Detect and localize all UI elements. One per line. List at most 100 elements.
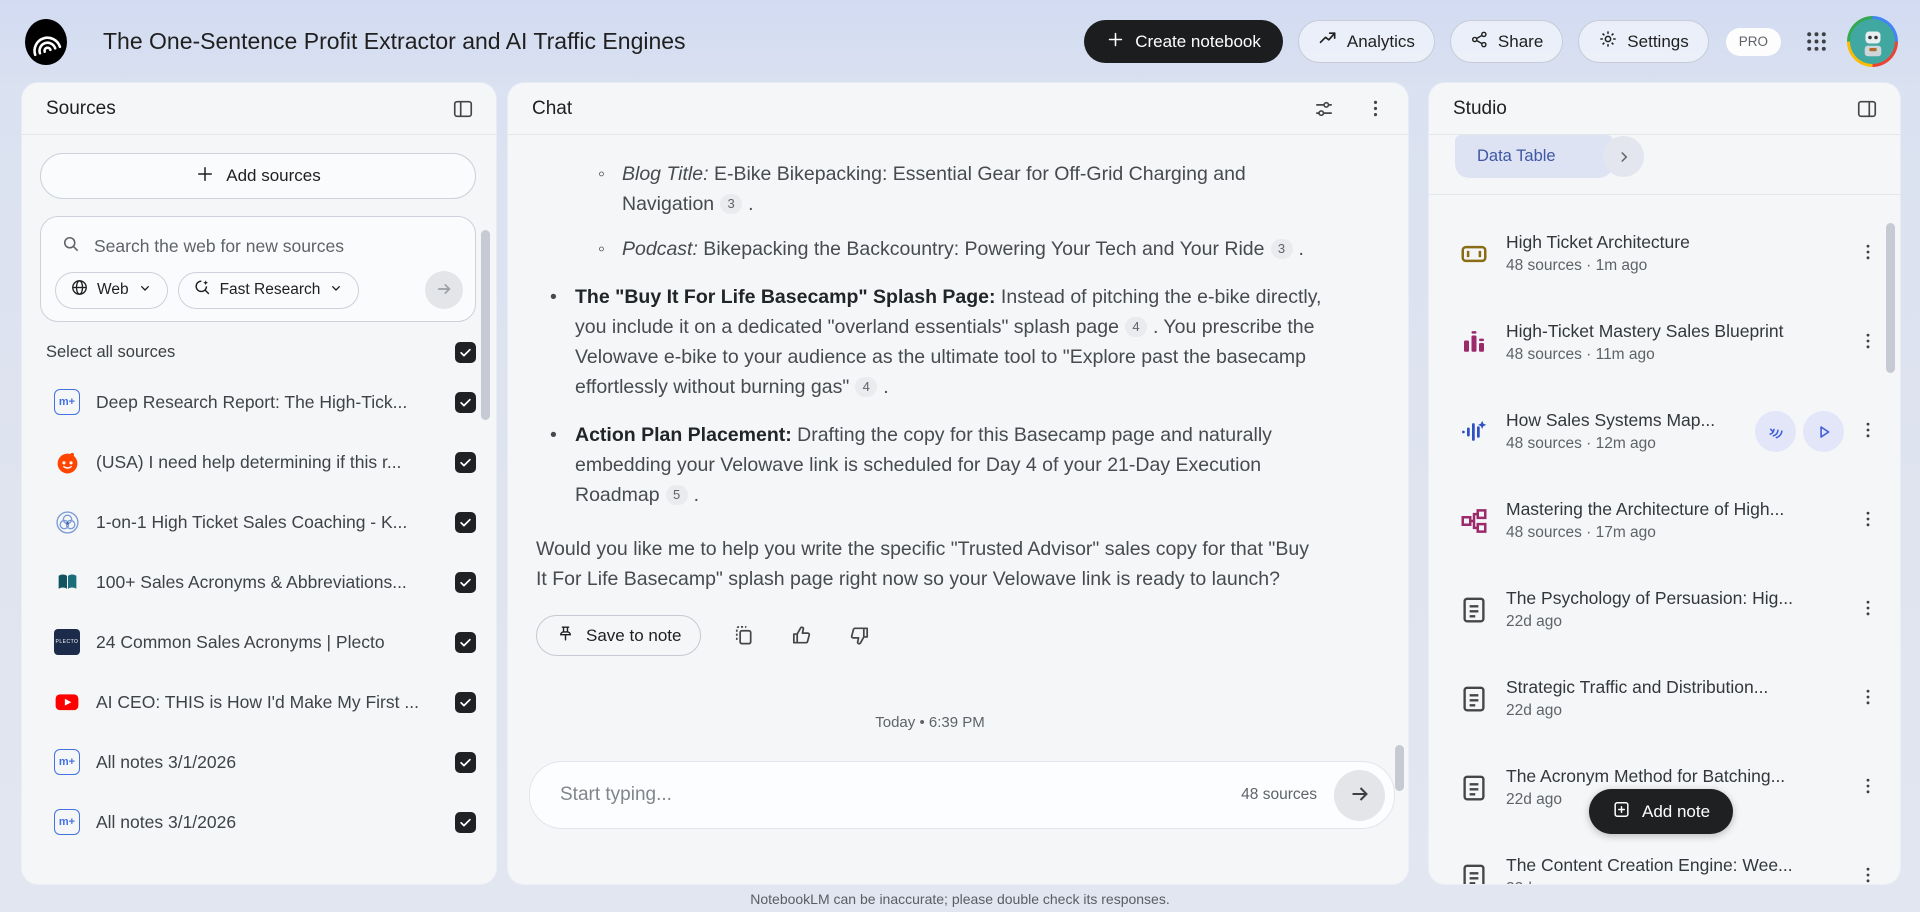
chevron-right-icon[interactable] [1603, 136, 1644, 177]
sources-panel-title: Sources [46, 97, 116, 119]
account-avatar[interactable] [1847, 16, 1898, 67]
source-checkbox[interactable] [455, 451, 476, 473]
save-to-note-button[interactable]: Save to note [536, 615, 702, 656]
source-checkbox[interactable] [455, 631, 476, 653]
collapse-sources-panel-icon[interactable] [448, 94, 478, 124]
chat-bullet: Action Plan Placement: Drafting the copy… [548, 420, 1324, 510]
item-more-menu-icon[interactable] [1852, 503, 1884, 538]
search-submit-button[interactable] [425, 271, 463, 309]
chat-panel-header: Chat [508, 83, 1408, 135]
collapse-studio-panel-icon[interactable] [1852, 94, 1882, 124]
source-checkbox[interactable] [455, 691, 476, 713]
notebook-title[interactable]: The One-Sentence Profit Extractor and AI… [103, 28, 686, 55]
create-notebook-button[interactable]: Create notebook [1084, 20, 1283, 63]
settings-button[interactable]: Settings [1578, 20, 1709, 63]
studio-item[interactable]: Strategic Traffic and Distribution... 22d… [1429, 654, 1900, 743]
flowchart-icon [1457, 504, 1491, 538]
source-checkbox[interactable] [455, 811, 476, 833]
thumbs-down-icon[interactable] [844, 620, 875, 651]
gear-icon [1598, 29, 1618, 54]
add-sources-button[interactable]: Add sources [40, 153, 476, 199]
sources-list: m+ Deep Research Report: The High-Tick..… [22, 372, 496, 852]
note-add-icon [1612, 800, 1631, 824]
source-row[interactable]: m+ All notes 3/1/2026 [22, 732, 496, 792]
source-checkbox[interactable] [455, 391, 476, 413]
web-filter-dropdown[interactable]: Web [55, 271, 168, 309]
item-more-menu-icon[interactable] [1852, 414, 1884, 449]
select-all-checkbox[interactable] [455, 342, 476, 363]
notebooklm-logo-icon[interactable] [22, 18, 70, 66]
chat-timestamp: Today • 6:39 PM [875, 714, 985, 731]
item-more-menu-icon[interactable] [1852, 681, 1884, 716]
chat-more-menu-icon[interactable] [1361, 94, 1390, 123]
markdown-note-icon: m+ [54, 389, 80, 415]
report-icon [1457, 682, 1491, 716]
markdown-note-icon: m+ [54, 749, 80, 775]
citation-chip[interactable]: 3 [1270, 239, 1293, 259]
studio-item[interactable]: Mastering the Architecture of High... 48 … [1429, 476, 1900, 565]
report-icon [1457, 771, 1491, 805]
studio-item[interactable]: The Content Creation Engine: Wee...22d a… [1429, 832, 1900, 884]
interactive-mode-button[interactable] [1755, 411, 1796, 452]
top-header: The One-Sentence Profit Extractor and AI… [0, 0, 1920, 83]
studio-panel-title: Studio [1453, 97, 1507, 119]
chevron-down-icon [328, 280, 344, 301]
item-more-menu-icon[interactable] [1852, 236, 1884, 271]
chat-input[interactable] [560, 784, 1242, 806]
citation-chip[interactable]: 5 [665, 485, 688, 505]
chat-input-bar: 48 sources [529, 761, 1395, 829]
bar-chart-icon [1457, 326, 1491, 360]
research-mode-dropdown[interactable]: Fast Research [177, 271, 360, 309]
studio-item[interactable]: High-Ticket Mastery Sales Blueprint 48 so… [1429, 298, 1900, 387]
chat-sub-bullet: Blog Title: E-Bike Bikepacking: Essentia… [596, 159, 1324, 219]
arrow-right-icon [1348, 782, 1372, 809]
data-table-chip[interactable]: Data Table [1455, 135, 1613, 178]
source-row[interactable]: AI CEO: THIS is How I'd Make My First ..… [22, 672, 496, 732]
chat-scrollbar[interactable] [1395, 745, 1404, 791]
audio-waveform-icon [1457, 415, 1491, 449]
play-button[interactable] [1803, 411, 1844, 452]
share-button[interactable]: Share [1449, 20, 1564, 63]
studio-scrollbar[interactable] [1886, 223, 1895, 373]
sources-count-label: 48 sources [1241, 786, 1317, 803]
item-more-menu-icon[interactable] [1852, 592, 1884, 627]
notebooklm-app: The One-Sentence Profit Extractor and AI… [0, 0, 1920, 912]
source-row[interactable]: 1-on-1 High Ticket Sales Coaching - K... [22, 492, 496, 552]
studio-panel: Studio Data Table High Ticket Architectu… [1429, 83, 1900, 884]
source-row[interactable]: (USA) I need help determining if this r.… [22, 432, 496, 492]
analytics-button[interactable]: Analytics [1297, 20, 1435, 63]
studio-item[interactable]: The Psychology of Persuasion: Hig... 22d … [1429, 565, 1900, 654]
send-message-button[interactable] [1334, 769, 1385, 821]
web-search-input[interactable] [94, 236, 461, 257]
source-checkbox[interactable] [455, 511, 476, 533]
plus-icon [195, 164, 215, 189]
thumbs-up-icon[interactable] [786, 620, 817, 651]
studio-item[interactable]: How Sales Systems Map... 48 sources · 12m… [1429, 387, 1900, 476]
source-row[interactable]: 100+ Sales Acronyms & Abbreviations... [22, 552, 496, 612]
copy-icon[interactable] [728, 620, 759, 651]
report-icon [1457, 860, 1491, 884]
citation-chip[interactable]: 4 [855, 377, 878, 397]
apps-grid-icon[interactable] [1799, 25, 1833, 59]
add-note-button[interactable]: Add note [1589, 789, 1734, 834]
item-more-menu-icon[interactable] [1852, 325, 1884, 360]
sources-panel-header: Sources [22, 83, 496, 135]
source-checkbox[interactable] [455, 751, 476, 773]
select-all-sources-row: Select all sources [46, 342, 476, 363]
select-all-label: Select all sources [46, 343, 176, 361]
studio-item[interactable]: High Ticket Architecture 48 sources · 1m … [1429, 209, 1900, 298]
arrow-right-icon [434, 279, 454, 302]
chat-panel: Chat Blog Title: E-Bike Bikepacking: Ess… [508, 83, 1408, 884]
source-checkbox[interactable] [455, 571, 476, 593]
citation-chip[interactable]: 4 [1124, 317, 1147, 337]
source-row[interactable]: PLECTO 24 Common Sales Acronyms | Plecto [22, 612, 496, 672]
chat-settings-sliders-icon[interactable] [1309, 94, 1339, 124]
item-more-menu-icon[interactable] [1852, 859, 1884, 884]
item-more-menu-icon[interactable] [1852, 770, 1884, 805]
source-row[interactable]: m+ Deep Research Report: The High-Tick..… [22, 372, 496, 432]
trending-up-icon [1318, 29, 1338, 54]
chat-bullet-list: The "Buy It For Life Basecamp" Splash Pa… [536, 282, 1324, 510]
sources-scrollbar[interactable] [481, 230, 490, 420]
source-row[interactable]: m+ All notes 3/1/2026 [22, 792, 496, 852]
citation-chip[interactable]: 3 [720, 194, 743, 214]
